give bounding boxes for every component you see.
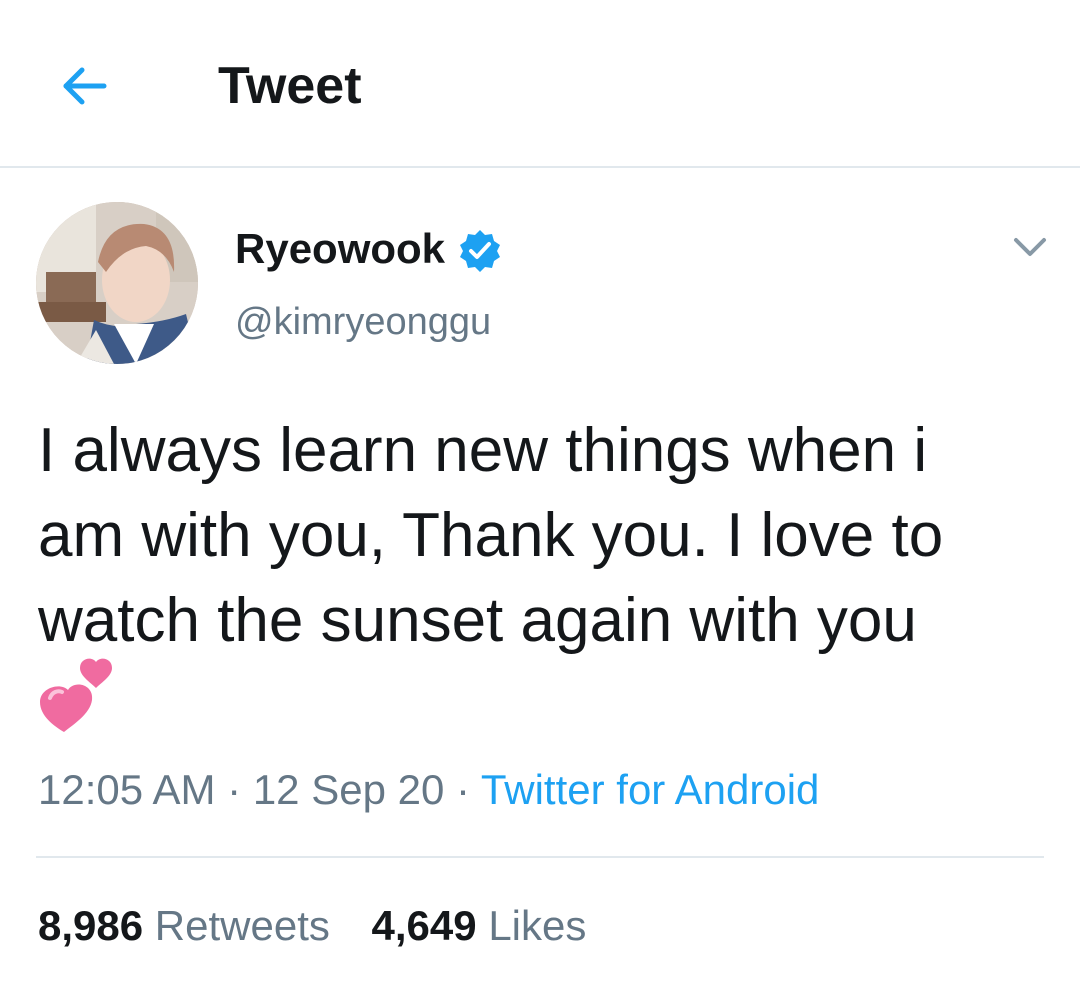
- tweet-time: 12:05 AM: [38, 766, 216, 813]
- page-title: Tweet: [218, 57, 362, 115]
- display-name[interactable]: Ryeowook: [235, 222, 445, 276]
- retweets-stat[interactable]: 8,986 Retweets: [38, 902, 342, 949]
- tweet-text-line: I always learn new things when i: [38, 416, 928, 485]
- avatar[interactable]: [36, 202, 198, 364]
- tweet-date: 12 Sep 20: [252, 766, 445, 813]
- user-handle[interactable]: @kimryeonggu: [235, 296, 491, 348]
- tweet-metadata: 12:05 AM · 12 Sep 20 · Twitter for Andro…: [38, 762, 819, 818]
- likes-label: Likes: [488, 902, 587, 949]
- separator: ·: [456, 766, 470, 813]
- arrow-left-icon: [63, 67, 107, 105]
- retweets-count: 8,986: [38, 902, 144, 949]
- chevron-down-icon[interactable]: [1006, 222, 1054, 270]
- likes-stat[interactable]: 4,649 Likes: [372, 902, 587, 949]
- tweet-stats: 8,986 Retweets 4,649 Likes: [38, 898, 586, 954]
- likes-count: 4,649: [371, 902, 477, 949]
- tweet-source-link[interactable]: Twitter for Android: [481, 766, 819, 813]
- two-hearts-icon: [40, 658, 112, 732]
- back-button[interactable]: [52, 54, 116, 118]
- tweet-text-line: watch the sunset again with you: [38, 586, 917, 655]
- retweets-label: Retweets: [154, 902, 330, 949]
- top-app-bar: Tweet: [0, 0, 1080, 168]
- divider: [36, 856, 1044, 858]
- profile-photo: [36, 202, 198, 364]
- tweet-text-line: am with you, Thank you. I love to: [38, 501, 944, 570]
- separator: ·: [227, 766, 242, 813]
- tweet-text: I always learn new things when i am with…: [38, 408, 1048, 663]
- verified-badge-icon: [460, 230, 500, 272]
